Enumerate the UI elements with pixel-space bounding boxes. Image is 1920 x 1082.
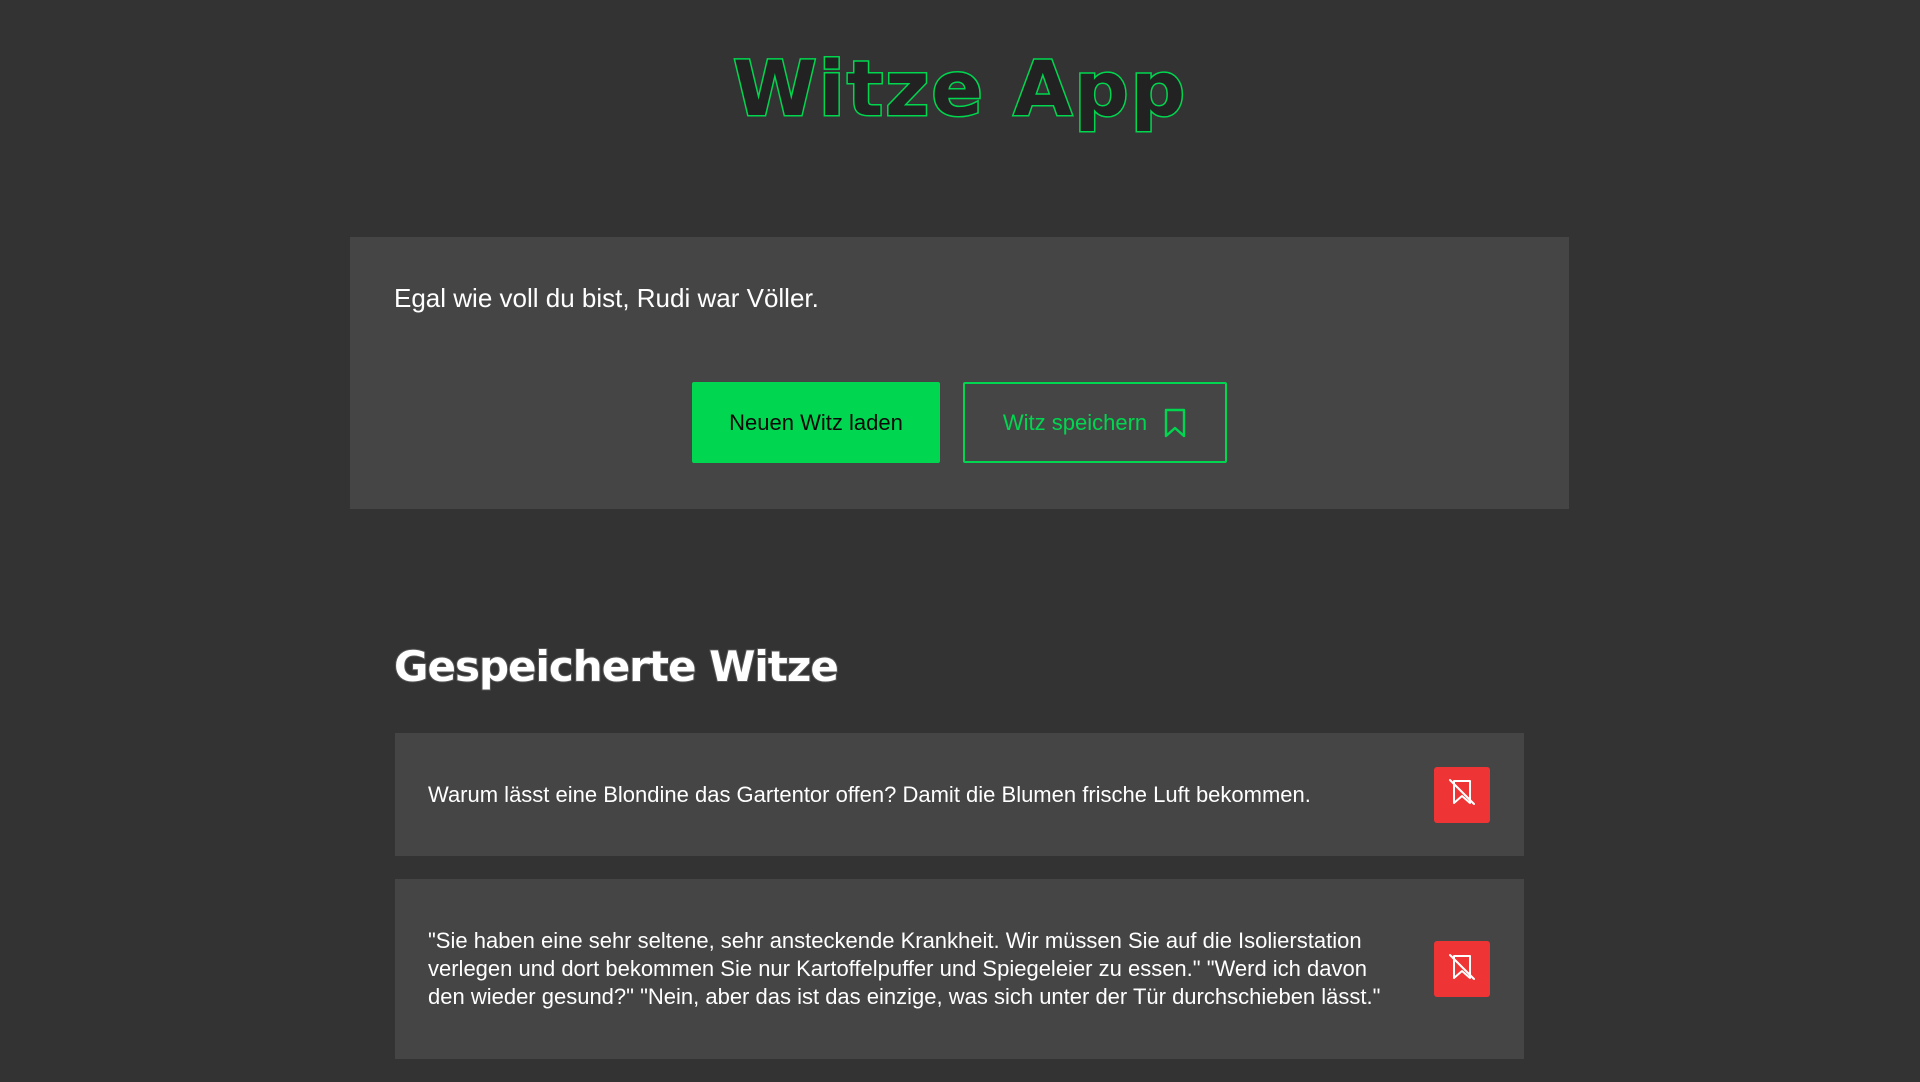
joke-actions: Neuen Witz laden Witz speichern: [350, 382, 1569, 463]
save-joke-label: Witz speichern: [1002, 409, 1148, 435]
current-joke-text: Egal wie voll du bist, Rudi war Völler.: [394, 283, 819, 313]
bookmark-remove-icon: [1447, 777, 1477, 812]
bookmark-remove-icon: [1447, 952, 1477, 987]
saved-joke-item: Warum lässt eine Blondine das Gartentor …: [395, 733, 1524, 856]
app-title: Witze App: [731, 43, 1188, 135]
current-joke-card: Egal wie voll du bist, Rudi war Völler. …: [350, 237, 1569, 509]
saved-joke-text: "Sie haben eine sehr seltene, sehr anste…: [428, 928, 1381, 1009]
save-joke-button[interactable]: Witz speichern: [963, 382, 1227, 463]
saved-joke-item: "Sie haben eine sehr seltene, sehr anste…: [395, 879, 1524, 1059]
load-new-joke-button[interactable]: Neuen Witz laden: [692, 382, 940, 463]
remove-saved-joke-button[interactable]: [1434, 941, 1490, 997]
saved-jokes-heading: Gespeicherte Witze: [393, 641, 840, 692]
saved-jokes-list: Warum lässt eine Blondine das Gartentor …: [395, 733, 1524, 1082]
load-new-joke-label: Neuen Witz laden: [729, 409, 903, 435]
remove-saved-joke-button[interactable]: [1434, 766, 1490, 823]
saved-joke-text: Warum lässt eine Blondine das Gartentor …: [428, 781, 1311, 807]
bookmark-icon: [1163, 408, 1187, 438]
